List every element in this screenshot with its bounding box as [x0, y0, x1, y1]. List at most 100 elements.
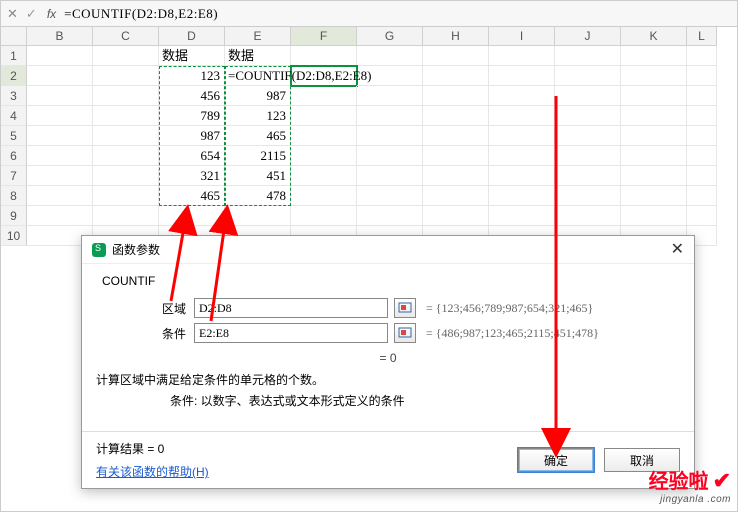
row-header[interactable]: 6: [1, 146, 27, 166]
cell[interactable]: [291, 46, 357, 66]
cell[interactable]: [423, 206, 489, 226]
cell-E7[interactable]: 451: [225, 166, 291, 186]
cell-E8[interactable]: 478: [225, 186, 291, 206]
row-header[interactable]: 4: [1, 106, 27, 126]
row-header[interactable]: 5: [1, 126, 27, 146]
cell-E2[interactable]: =COUNTIF(D2:D8,E2:E8): [225, 66, 291, 86]
cell-E5[interactable]: 465: [225, 126, 291, 146]
cell[interactable]: [27, 126, 93, 146]
cell[interactable]: [555, 166, 621, 186]
cell[interactable]: [27, 46, 93, 66]
cell[interactable]: [423, 126, 489, 146]
ok-button[interactable]: 确定: [518, 448, 594, 472]
row-header[interactable]: 8: [1, 186, 27, 206]
collapse-dialog-icon[interactable]: [394, 298, 416, 318]
cell[interactable]: [93, 106, 159, 126]
col-header[interactable]: I: [489, 27, 555, 46]
cell[interactable]: [93, 206, 159, 226]
cell[interactable]: [291, 146, 357, 166]
fx-icon[interactable]: fx: [47, 7, 56, 21]
cell[interactable]: [27, 146, 93, 166]
cell[interactable]: [27, 66, 93, 86]
cell[interactable]: [357, 146, 423, 166]
cell[interactable]: [291, 126, 357, 146]
cell[interactable]: [93, 86, 159, 106]
col-header[interactable]: B: [27, 27, 93, 46]
col-header-active[interactable]: F: [291, 27, 357, 46]
cell-E3[interactable]: 987: [225, 86, 291, 106]
cell[interactable]: [489, 146, 555, 166]
cell[interactable]: [687, 106, 717, 126]
cell[interactable]: [357, 166, 423, 186]
cell[interactable]: [621, 106, 687, 126]
cell[interactable]: [555, 46, 621, 66]
cell[interactable]: [621, 166, 687, 186]
cell[interactable]: [423, 186, 489, 206]
cell[interactable]: [489, 206, 555, 226]
cell[interactable]: [93, 146, 159, 166]
cell[interactable]: [423, 106, 489, 126]
spreadsheet-grid[interactable]: B C D E F G H I J K L 1 数据 数据 2 123 =COU…: [1, 27, 737, 246]
cell[interactable]: [489, 126, 555, 146]
col-header[interactable]: C: [93, 27, 159, 46]
cell[interactable]: [687, 166, 717, 186]
cell-D7[interactable]: 321: [159, 166, 225, 186]
cell[interactable]: [687, 66, 717, 86]
corner-cell[interactable]: [1, 27, 27, 46]
cell[interactable]: [423, 166, 489, 186]
cell-D6[interactable]: 654: [159, 146, 225, 166]
cell[interactable]: [489, 106, 555, 126]
row-header[interactable]: 7: [1, 166, 27, 186]
cell[interactable]: [555, 126, 621, 146]
cell[interactable]: [93, 66, 159, 86]
cell-D3[interactable]: 456: [159, 86, 225, 106]
cell[interactable]: [687, 46, 717, 66]
collapse-dialog-icon[interactable]: [394, 323, 416, 343]
cell[interactable]: [291, 166, 357, 186]
cell-E4[interactable]: 123: [225, 106, 291, 126]
cell[interactable]: [555, 106, 621, 126]
cell[interactable]: [93, 126, 159, 146]
cell[interactable]: [489, 186, 555, 206]
row-header[interactable]: 3: [1, 86, 27, 106]
cell[interactable]: [93, 186, 159, 206]
cell[interactable]: [489, 166, 555, 186]
cell[interactable]: [291, 206, 357, 226]
cell[interactable]: [291, 106, 357, 126]
arg-input-criteria[interactable]: [194, 323, 388, 343]
cell-E6[interactable]: 2115: [225, 146, 291, 166]
cell[interactable]: [357, 126, 423, 146]
col-header[interactable]: E: [225, 27, 291, 46]
cell-D8[interactable]: 465: [159, 186, 225, 206]
accept-icon[interactable]: ✓: [26, 6, 37, 22]
cell[interactable]: [357, 186, 423, 206]
cell[interactable]: [489, 46, 555, 66]
cell[interactable]: [291, 86, 357, 106]
cell[interactable]: [621, 126, 687, 146]
cell[interactable]: [357, 46, 423, 66]
help-link[interactable]: 有关该函数的帮助(H): [96, 463, 209, 480]
cell[interactable]: [27, 186, 93, 206]
cell[interactable]: [687, 126, 717, 146]
cell[interactable]: [27, 166, 93, 186]
cell[interactable]: [27, 106, 93, 126]
cell[interactable]: [621, 206, 687, 226]
row-header[interactable]: 10: [1, 226, 27, 246]
formula-bar-input[interactable]: =COUNTIF(D2:D8,E2:E8): [64, 6, 218, 22]
row-header-active[interactable]: 2: [1, 66, 27, 86]
cell[interactable]: [621, 186, 687, 206]
close-icon[interactable]: ✕: [671, 242, 684, 258]
cell-D4[interactable]: 789: [159, 106, 225, 126]
arg-input-range[interactable]: [194, 298, 388, 318]
cell[interactable]: [93, 46, 159, 66]
cell[interactable]: [489, 86, 555, 106]
cell[interactable]: [357, 206, 423, 226]
col-header[interactable]: D: [159, 27, 225, 46]
cell[interactable]: [357, 86, 423, 106]
cell-E1[interactable]: 数据: [225, 46, 291, 66]
cell[interactable]: [687, 206, 717, 226]
cell[interactable]: [687, 186, 717, 206]
cell[interactable]: [621, 146, 687, 166]
col-header[interactable]: J: [555, 27, 621, 46]
cell[interactable]: [687, 86, 717, 106]
